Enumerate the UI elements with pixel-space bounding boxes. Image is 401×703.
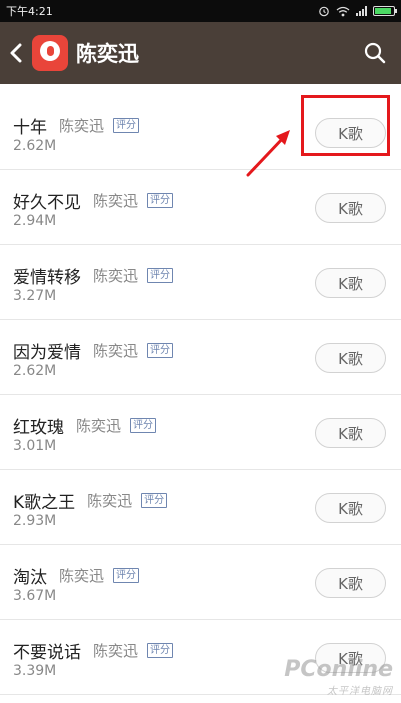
song-artist: 陈奕迅 <box>93 192 139 210</box>
status-time: 下午4:21 <box>6 5 53 18</box>
song-title: K歌之王 <box>13 493 76 513</box>
wifi-icon <box>336 6 350 16</box>
karaoke-button[interactable]: K歌 <box>315 568 386 598</box>
song-title: 爱情转移 <box>13 268 81 288</box>
song-title: 淘汰 <box>13 568 47 588</box>
song-size: 3.67M <box>13 588 57 604</box>
song-row[interactable]: K歌之王 陈奕迅 评分 2.93M K歌 <box>0 470 401 545</box>
back-chevron-icon <box>10 43 22 63</box>
alarm-icon <box>319 6 329 17</box>
rating-badge: 评分 <box>147 643 174 658</box>
rating-badge: 评分 <box>141 493 168 508</box>
song-artist: 陈奕迅 <box>93 342 139 360</box>
song-artist: 陈奕迅 <box>93 267 139 285</box>
song-artist: 陈奕迅 <box>87 492 133 510</box>
rating-badge: 评分 <box>147 343 174 358</box>
song-size: 3.01M <box>13 438 57 454</box>
song-size: 3.39M <box>13 663 57 679</box>
song-title: 十年 <box>13 118 47 138</box>
song-size: 3.27M <box>13 288 57 304</box>
song-artist: 陈奕迅 <box>93 642 139 660</box>
song-row[interactable]: 因为爱情 陈奕迅 评分 2.62M K歌 <box>0 320 401 395</box>
page-title: 陈奕迅 <box>76 42 139 66</box>
karaoke-button[interactable]: K歌 <box>315 343 386 373</box>
song-size: 2.62M <box>13 138 57 154</box>
song-row[interactable]: 红玫瑰 陈奕迅 评分 3.01M K歌 <box>0 395 401 470</box>
karaoke-button[interactable]: K歌 <box>315 493 386 523</box>
song-title: 因为爱情 <box>13 343 81 363</box>
song-row[interactable]: 爱情转移 陈奕迅 评分 3.27M K歌 <box>0 245 401 320</box>
search-icon <box>364 42 386 64</box>
app-header: 陈奕迅 <box>0 22 401 84</box>
song-title: 红玫瑰 <box>13 418 64 438</box>
rating-badge: 评分 <box>147 268 174 283</box>
watermark-subtitle: 太平洋电脑网 <box>327 686 393 697</box>
song-list: 十年 陈奕迅 评分 2.62M K歌 好久不见 陈奕迅 评分 2.94M K歌 … <box>0 95 401 695</box>
search-button[interactable] <box>349 22 401 84</box>
rating-badge: 评分 <box>147 193 174 208</box>
signal-icon <box>356 6 367 16</box>
back-button[interactable] <box>0 22 32 84</box>
song-size: 2.94M <box>13 213 57 229</box>
app-logo <box>32 35 68 71</box>
song-row[interactable]: 好久不见 陈奕迅 评分 2.94M K歌 <box>0 170 401 245</box>
rating-badge: 评分 <box>130 418 157 433</box>
annotation-arrow-icon <box>246 130 290 177</box>
song-artist: 陈奕迅 <box>59 567 105 585</box>
annotation-highlight-box <box>301 95 390 156</box>
song-row[interactable]: 淘汰 陈奕迅 评分 3.67M K歌 <box>0 545 401 620</box>
status-bar: 下午4:21 <box>0 0 401 22</box>
status-icons <box>318 5 397 17</box>
song-size: 2.93M <box>13 513 57 529</box>
rating-badge: 评分 <box>113 118 140 133</box>
song-artist: 陈奕迅 <box>59 117 105 135</box>
song-artist: 陈奕迅 <box>76 417 122 435</box>
song-title: 不要说话 <box>13 643 81 663</box>
watermark-brand: PConline <box>284 657 393 682</box>
karaoke-button[interactable]: K歌 <box>315 268 386 298</box>
karaoke-button[interactable]: K歌 <box>315 193 386 223</box>
rating-badge: 评分 <box>113 568 140 583</box>
watermark: PConline 太平洋电脑网 <box>284 657 393 697</box>
battery-icon <box>373 6 397 16</box>
song-title: 好久不见 <box>13 193 81 213</box>
song-size: 2.62M <box>13 363 57 379</box>
karaoke-button[interactable]: K歌 <box>315 418 386 448</box>
